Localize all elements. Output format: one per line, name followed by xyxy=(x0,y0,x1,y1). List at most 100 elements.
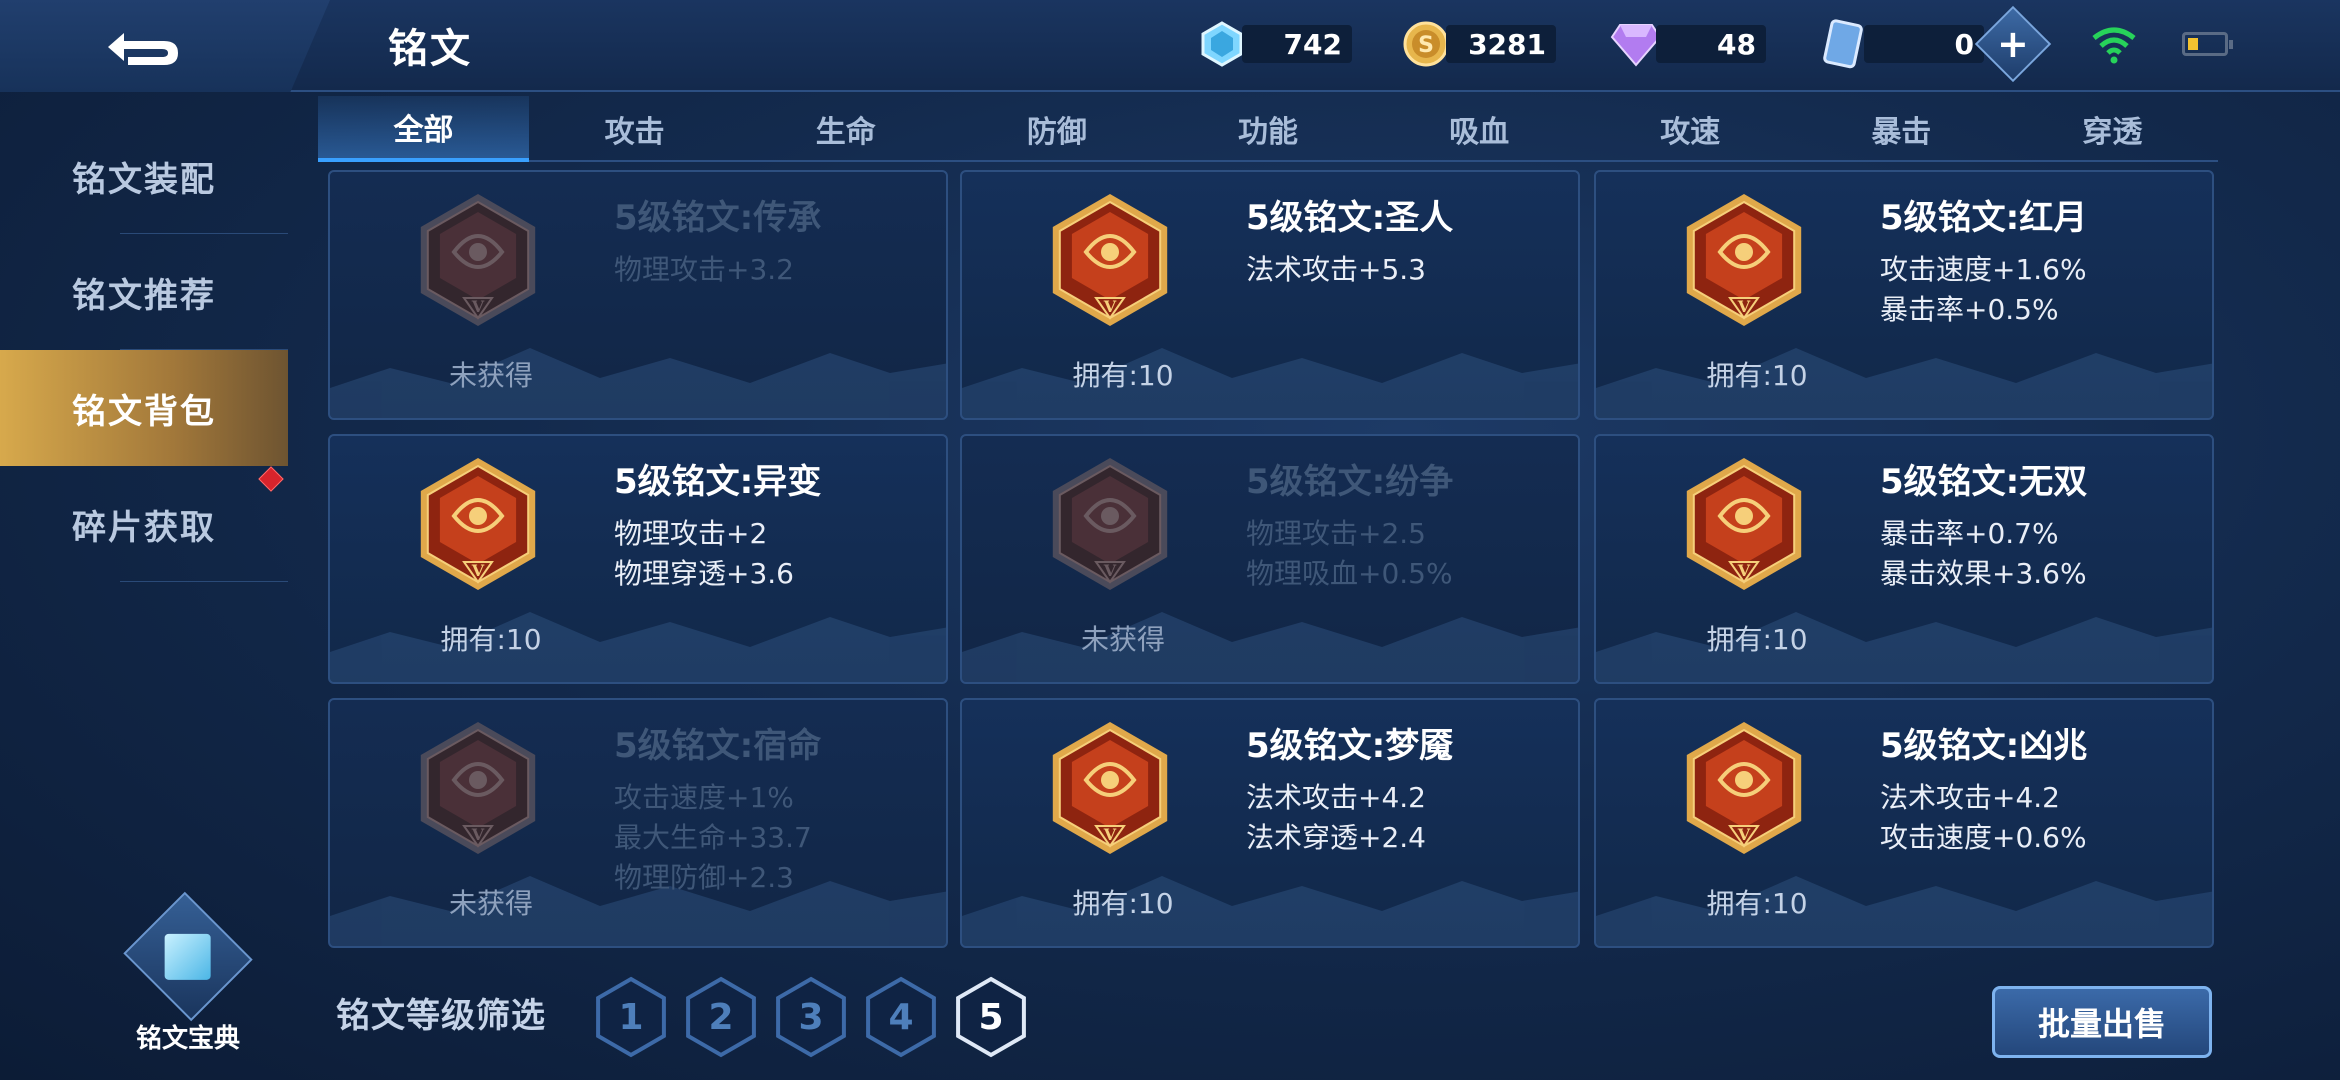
mountain-decoration xyxy=(962,612,1578,682)
level-number: 1 xyxy=(618,996,644,1038)
rune-saint-icon: V xyxy=(1052,194,1168,326)
add-currency-button[interactable]: + xyxy=(1974,5,2052,83)
rune-stat: 攻击速度+1% xyxy=(614,781,794,814)
page-title: 铭文 xyxy=(388,26,472,72)
diamond-count: 742 xyxy=(1242,25,1352,63)
rune-stat: 法术攻击+4.2 xyxy=(1880,781,2060,814)
sidebar-item-label: 铭文推荐 xyxy=(72,275,216,316)
top-bar: 铭文 742 S 3281 48 0 + xyxy=(0,0,2340,92)
rune-red-moon-icon: V xyxy=(1686,194,1802,326)
rune-stat: 攻击速度+1.6% xyxy=(1880,253,2087,286)
tab-attack[interactable]: 攻击 xyxy=(529,96,740,162)
bulk-sell-button[interactable]: 批量出售 xyxy=(1992,986,2212,1058)
rune-card[interactable]: V 5级铭文:圣人 拥有:10 法术攻击+5.3 xyxy=(960,170,1580,420)
battery-icon xyxy=(2182,32,2233,56)
rune-name: 5级铭文:梦魇 xyxy=(1246,726,1454,766)
mountain-decoration xyxy=(1596,612,2212,682)
rune-level-mark: V xyxy=(471,297,485,316)
rune-owned-status: 拥有:10 xyxy=(1072,887,1174,920)
rune-name: 5级铭文:无双 xyxy=(1880,462,2088,502)
sidebar-item-rune-equip[interactable]: 铭文装配 xyxy=(0,118,288,234)
tab-health[interactable]: 生命 xyxy=(740,96,951,162)
rune-card[interactable]: V 5级铭文:梦魇 拥有:10 法术攻击+4.2 法术穿透+2.4 xyxy=(960,698,1580,948)
tab-defense[interactable]: 防御 xyxy=(951,96,1162,162)
sidebar-item-rune-bag[interactable]: 铭文背包 xyxy=(0,350,288,466)
sidebar-item-label: 铭文背包 xyxy=(72,391,216,432)
rune-peerless-icon: V xyxy=(1686,458,1802,590)
rune-stat: 攻击速度+0.6% xyxy=(1880,821,2087,854)
rune-mutation-icon: V xyxy=(420,458,536,590)
rune-card[interactable]: V 5级铭文:传承 未获得 物理攻击+3.2 xyxy=(328,170,948,420)
tab-crit[interactable]: 暴击 xyxy=(1796,96,2007,162)
voucher-currency: 0 + xyxy=(1818,5,2052,83)
gold-currency: S 3281 xyxy=(1400,18,1556,70)
tab-attack-speed[interactable]: 攻速 xyxy=(1585,96,1796,162)
gem-currency: 48 xyxy=(1610,18,1766,70)
rune-name: 5级铭文:宿命 xyxy=(614,726,822,766)
rune-owned-status: 未获得 xyxy=(448,887,533,920)
rune-card[interactable]: V 5级铭文:凶兆 拥有:10 法术攻击+4.2 攻击速度+0.6% xyxy=(1594,698,2214,948)
rune-level-mark: V xyxy=(1103,297,1117,316)
rune-inheritance-icon: V xyxy=(420,194,536,326)
rune-owned-status: 未获得 xyxy=(448,359,533,392)
level-number: 3 xyxy=(798,996,824,1038)
rune-stat: 物理攻击+2 xyxy=(614,517,768,550)
rune-level-mark: V xyxy=(471,561,485,580)
rune-name: 5级铭文:纷争 xyxy=(1246,462,1454,502)
svg-text:S: S xyxy=(1418,33,1434,58)
mountain-decoration xyxy=(330,348,946,418)
level-number: 5 xyxy=(978,996,1004,1038)
diamond-currency: 742 xyxy=(1196,18,1352,70)
sidebar-item-label: 铭文装配 xyxy=(72,159,216,200)
tab-penetration[interactable]: 穿透 xyxy=(2007,96,2218,162)
codex-book-icon xyxy=(123,891,253,1022)
level-filter-1[interactable]: 1 xyxy=(590,972,672,1062)
rune-nightmare-icon: V xyxy=(1052,722,1168,854)
level-filter-label: 铭文等级筛选 xyxy=(336,996,546,1036)
mountain-decoration xyxy=(1596,876,2212,946)
mountain-decoration xyxy=(330,612,946,682)
rune-stat: 物理穿透+3.6 xyxy=(614,557,794,590)
level-filter-5[interactable]: 5 xyxy=(950,972,1032,1062)
rune-owned-status: 拥有:10 xyxy=(440,623,542,656)
back-arrow-icon xyxy=(108,33,178,65)
rune-stat: 物理吸血+0.5% xyxy=(1246,557,1453,590)
rune-card[interactable]: V 5级铭文:异变 拥有:10 物理攻击+2 物理穿透+3.6 xyxy=(328,434,948,684)
rune-owned-status: 未获得 xyxy=(1080,623,1165,656)
gold-count: 3281 xyxy=(1446,25,1556,63)
rune-card[interactable]: V 5级铭文:无双 拥有:10 暴击率+0.7% 暴击效果+3.6% xyxy=(1594,434,2214,684)
level-number: 2 xyxy=(708,996,734,1038)
mountain-decoration xyxy=(1596,348,2212,418)
rune-card[interactable]: V 5级铭文:红月 拥有:10 攻击速度+1.6% 暴击率+0.5% xyxy=(1594,170,2214,420)
rune-strife-icon: V xyxy=(1052,458,1168,590)
rune-owned-status: 拥有:10 xyxy=(1706,623,1808,656)
category-tabs: 全部 攻击 生命 防御 功能 吸血 攻速 暴击 穿透 xyxy=(318,96,2218,162)
sidebar-item-rune-recommend[interactable]: 铭文推荐 xyxy=(0,234,288,350)
back-button[interactable] xyxy=(0,0,330,92)
level-filter-4[interactable]: 4 xyxy=(860,972,942,1062)
rune-stat: 物理攻击+3.2 xyxy=(614,253,794,286)
level-filter-3[interactable]: 3 xyxy=(770,972,852,1062)
codex-label: 铭文宝典 xyxy=(135,1024,240,1054)
gold-coin-icon: S xyxy=(1400,18,1452,70)
rune-stat: 法术穿透+2.4 xyxy=(1246,821,1426,854)
rune-level-mark: V xyxy=(1737,297,1751,316)
level-filter-2[interactable]: 2 xyxy=(680,972,762,1062)
sidebar-item-shard-acquire[interactable]: 碎片获取 xyxy=(0,466,288,582)
rune-codex-button[interactable]: 铭文宝典 xyxy=(123,891,253,1055)
mountain-decoration xyxy=(962,876,1578,946)
tab-utility[interactable]: 功能 xyxy=(1162,96,1373,162)
mountain-decoration xyxy=(962,348,1578,418)
gem-count: 48 xyxy=(1656,25,1766,63)
rune-name: 5级铭文:凶兆 xyxy=(1880,726,2088,766)
rune-card[interactable]: V 5级铭文:纷争 未获得 物理攻击+2.5 物理吸血+0.5% xyxy=(960,434,1580,684)
rune-name: 5级铭文:圣人 xyxy=(1246,198,1454,238)
rune-fate-icon: V xyxy=(420,722,536,854)
rune-stat: 法术攻击+4.2 xyxy=(1246,781,1426,814)
rune-omen-icon: V xyxy=(1686,722,1802,854)
voucher-count: 0 xyxy=(1864,25,1984,63)
tab-lifesteal[interactable]: 吸血 xyxy=(1374,96,1585,162)
rune-owned-status: 拥有:10 xyxy=(1706,359,1808,392)
rune-card[interactable]: V 5级铭文:宿命 未获得 攻击速度+1% 最大生命+33.7 物理防御+2.3 xyxy=(328,698,948,948)
tab-all[interactable]: 全部 xyxy=(318,96,530,162)
